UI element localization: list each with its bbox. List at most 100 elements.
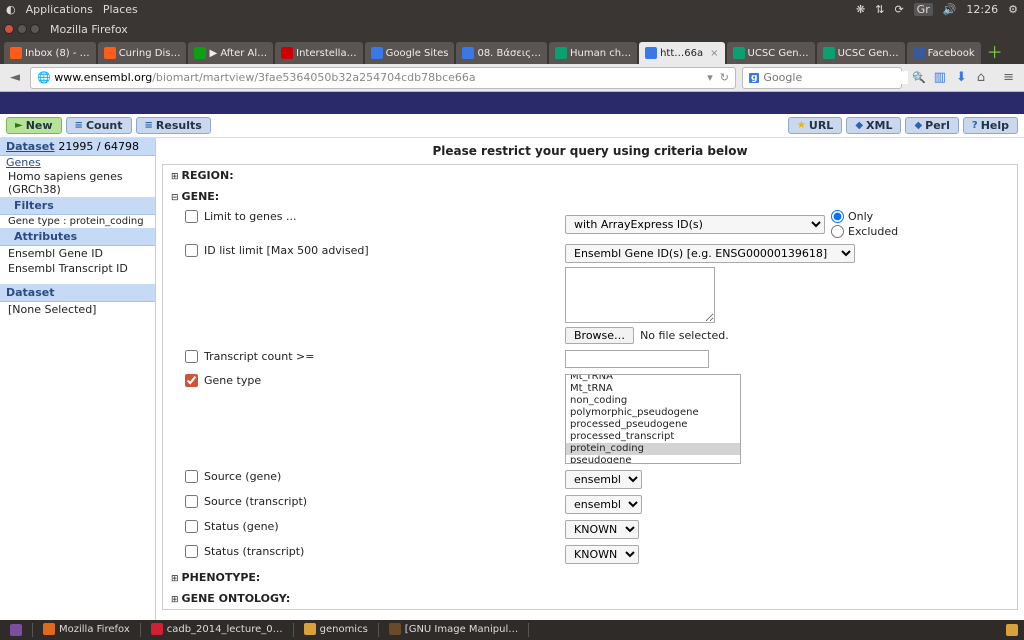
favicon-icon [823, 47, 835, 59]
places-menu[interactable]: Places [103, 3, 138, 16]
clock[interactable]: 12:26 [966, 3, 998, 16]
search-input[interactable] [763, 71, 908, 84]
biomart-sidebar: Dataset 21995 / 64798 Genes Homo sapiens… [0, 138, 156, 620]
address-bar[interactable]: 🌐 www.ensembl.org/biomart/martview/3fae5… [30, 67, 736, 89]
browser-tab[interactable]: UCSC Gen… [727, 42, 815, 64]
transcript-count-input[interactable] [565, 350, 709, 368]
show-desktop-button[interactable] [0, 620, 32, 640]
instruction-text: Please restrict your query using criteri… [156, 138, 1024, 164]
browser-tab[interactable]: Interstella… [275, 42, 362, 64]
browser-tab[interactable]: UCSC Gen… [817, 42, 905, 64]
browser-tab-bar: Inbox (8) - …Curing Dis…▶ After Al…Inter… [0, 40, 1024, 64]
sidebar-filters-header[interactable]: Filters [0, 197, 155, 215]
sidebar-attributes-header[interactable]: Attributes [0, 228, 155, 246]
source-gene-checkbox[interactable] [185, 470, 198, 483]
window-minimize-icon[interactable] [17, 24, 27, 34]
perl-button[interactable]: ◆Perl [905, 117, 958, 134]
trash-icon[interactable] [1006, 624, 1024, 636]
window-maximize-icon[interactable] [30, 24, 40, 34]
xml-button[interactable]: ◆XML [846, 117, 901, 134]
status-gene-select[interactable]: KNOWN [565, 520, 639, 539]
sidebar-genes-link[interactable]: Genes [0, 156, 155, 169]
status-transcript-row: Status (transcript) KNOWN [163, 542, 1017, 567]
browser-tab[interactable]: Human ch… [549, 42, 637, 64]
url-button[interactable]: ★URL [788, 117, 842, 134]
search-bar[interactable]: g 🔍 [742, 67, 902, 89]
help-button[interactable]: ?Help [963, 117, 1018, 134]
source-transcript-checkbox[interactable] [185, 495, 198, 508]
network-icon[interactable]: ⇅ [875, 3, 884, 16]
sync-icon[interactable]: ⟳ [894, 3, 903, 16]
source-transcript-row: Source (transcript) ensembl [163, 492, 1017, 517]
browser-tab[interactable]: 08. Βάσεις… [456, 42, 547, 64]
listbox-option[interactable]: Mt_tRNA [566, 383, 740, 395]
transcript-count-checkbox[interactable] [185, 350, 198, 363]
gene-section-header[interactable]: ⊟GENE: [163, 186, 1017, 207]
region-section-header[interactable]: ⊞REGION: [163, 165, 1017, 186]
phenotype-section-header[interactable]: ⊞PHENOTYPE: [163, 567, 1017, 588]
listbox-option[interactable]: processed_transcript [566, 431, 740, 443]
bookmark-star-icon[interactable]: ☆ [912, 70, 924, 85]
home-icon[interactable]: ⌂ [977, 70, 985, 85]
menu-icon[interactable]: ≡ [1003, 70, 1014, 85]
id-list-checkbox[interactable] [185, 244, 198, 257]
source-gene-select[interactable]: ensembl [565, 470, 642, 489]
tab-label: UCSC Gen… [748, 48, 809, 59]
browse-button[interactable]: Browse… [565, 327, 634, 344]
back-button[interactable]: ◄ [6, 70, 24, 85]
browser-tab[interactable]: htt…66a× [639, 42, 724, 64]
taskbar-item[interactable]: cadb_2014_lecture_0… [141, 623, 293, 635]
window-close-icon[interactable] [4, 24, 14, 34]
status-transcript-select[interactable]: KNOWN [565, 545, 639, 564]
keyboard-layout[interactable]: Gr [914, 3, 933, 16]
sidebar-attr-item: Ensembl Gene ID [0, 246, 155, 261]
window-title-bar: Mozilla Firefox [0, 18, 1024, 40]
taskbar-item[interactable]: [GNU Image Manipul… [379, 623, 528, 635]
downloads-icon[interactable]: ⬇ [956, 70, 967, 85]
only-radio[interactable] [831, 210, 844, 223]
id-list-select[interactable]: Ensembl Gene ID(s) [e.g. ENSG00000139618… [565, 244, 855, 263]
listbox-option[interactable]: non_coding [566, 395, 740, 407]
favicon-icon [281, 47, 293, 59]
browser-tab[interactable]: ▶ After Al… [188, 42, 273, 64]
browser-tab[interactable]: Inbox (8) - … [4, 42, 96, 64]
indicator-icon[interactable]: ❋ [856, 3, 865, 16]
taskbar-item[interactable]: Mozilla Firefox [33, 623, 140, 635]
status-transcript-label: Status (transcript) [204, 545, 304, 558]
sidebar-dataset2-header[interactable]: Dataset [0, 284, 155, 302]
listbox-option[interactable]: pseudogene [566, 455, 740, 464]
listbox-option[interactable]: processed_pseudogene [566, 419, 740, 431]
taskbar-item[interactable]: genomics [294, 623, 378, 635]
limit-to-genes-checkbox[interactable] [185, 210, 198, 223]
settings-gear-icon[interactable]: ⚙ [1008, 3, 1018, 16]
status-transcript-checkbox[interactable] [185, 545, 198, 558]
bookmarks-menu-icon[interactable]: ▥ [934, 70, 946, 85]
source-transcript-select[interactable]: ensembl [565, 495, 642, 514]
browser-tab[interactable]: Google Sites [365, 42, 455, 64]
listbox-option[interactable]: polymorphic_pseudogene [566, 407, 740, 419]
gene-type-listbox[interactable]: Mt_rRNAMt_tRNAnon_codingpolymorphic_pseu… [565, 374, 741, 464]
browser-tab[interactable]: Curing Dis… [98, 42, 187, 64]
excluded-radio[interactable] [831, 225, 844, 238]
volume-icon[interactable]: 🔊 [943, 3, 957, 16]
taskbar-label: genomics [320, 624, 368, 635]
transcript-count-label: Transcript count >= [204, 350, 314, 363]
sidebar-dataset-header[interactable]: Dataset 21995 / 64798 [0, 138, 155, 156]
status-gene-checkbox[interactable] [185, 520, 198, 533]
applications-menu[interactable]: Applications [26, 3, 93, 16]
browser-tab[interactable]: Facebook [907, 42, 981, 64]
app-icon [43, 623, 55, 635]
limit-to-genes-select[interactable]: with ArrayExpress ID(s) [565, 215, 825, 234]
tab-close-icon[interactable]: × [710, 48, 718, 59]
listbox-option[interactable]: Mt_rRNA [566, 374, 740, 383]
gene-type-checkbox[interactable] [185, 374, 198, 387]
new-tab-button[interactable]: ＋ [985, 44, 1005, 64]
count-button[interactable]: ≡Count [66, 117, 132, 134]
new-button[interactable]: ►New [6, 117, 62, 134]
gene-ontology-section-header[interactable]: ⊞GENE ONTOLOGY: [163, 588, 1017, 609]
listbox-option[interactable]: protein_coding [566, 443, 740, 455]
dropdown-reload-group: ▾ ↻ [707, 71, 729, 84]
reload-button[interactable]: ↻ [720, 71, 729, 84]
results-button[interactable]: ≡Results [136, 117, 211, 134]
id-list-textarea[interactable] [565, 267, 715, 323]
